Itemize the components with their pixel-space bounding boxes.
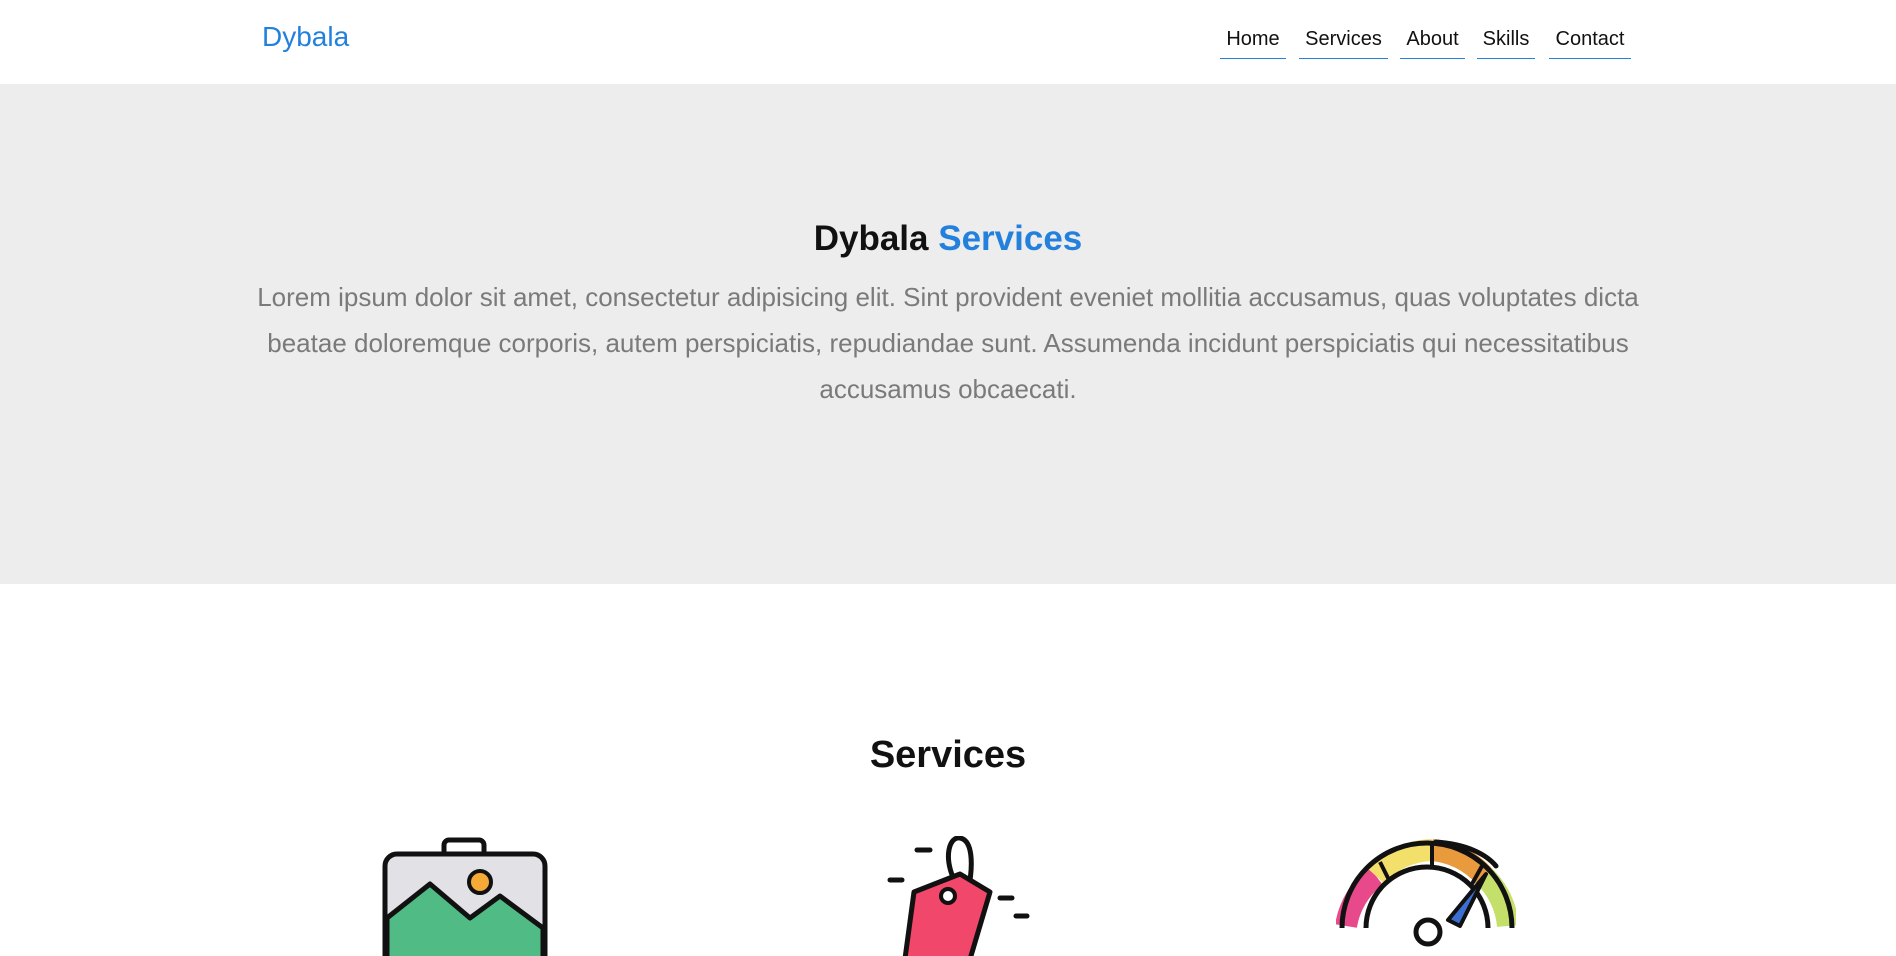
services-heading: Services [869,734,1027,776]
main-nav: Home Services About Skills Contact [0,24,1896,60]
nav-link-skills[interactable]: Skills [1477,24,1535,59]
nav-link-home[interactable]: Home [1220,24,1286,59]
hero-title: Dybala Services [0,218,1896,260]
nav-link-services[interactable]: Services [1299,24,1388,59]
hero-title-prefix: Dybala [813,219,929,258]
site-header: Dybala Home Services About Skills Contac… [0,0,1896,84]
hero-description: Lorem ipsum dolor sit amet, consectetur … [257,282,1639,404]
price-tag-icon [872,836,1052,956]
nav-link-about[interactable]: About [1400,24,1465,59]
hero-title-accent: Services [938,219,1083,258]
image-gallery-icon [375,836,555,956]
nav-link-contact[interactable]: Contact [1549,24,1631,59]
hero-section: Dybala Services Lorem ipsum dolor sit am… [0,84,1896,584]
speedometer-icon [1336,836,1516,956]
